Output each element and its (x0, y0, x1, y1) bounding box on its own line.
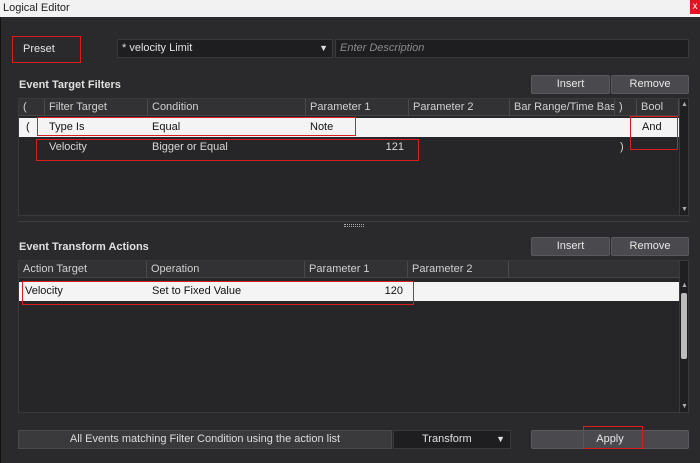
actions-insert-button[interactable]: Insert (531, 237, 610, 256)
actions-section-title: Event Transform Actions (19, 241, 149, 253)
col-action-target[interactable]: Action Target (19, 261, 147, 278)
col-operation[interactable]: Operation (147, 261, 305, 278)
col-close-paren[interactable]: ) (615, 99, 637, 116)
row-close-paren[interactable]: ) (620, 138, 624, 157)
row-parameter-1[interactable]: 120 (309, 282, 403, 301)
actions-remove-button[interactable]: Remove (611, 237, 689, 256)
filters-remove-button[interactable]: Remove (611, 75, 689, 94)
row-parameter-1[interactable]: Note (310, 118, 333, 137)
apply-button[interactable]: Apply (531, 430, 689, 449)
scroll-down-icon[interactable]: ▼ (680, 205, 689, 214)
actions-table-header: Action Target Operation Parameter 1 Para… (19, 261, 679, 278)
table-row[interactable]: Velocity Bigger or Equal 121 ) (19, 138, 679, 157)
actions-scrollbar[interactable]: ▲ ▼ (679, 261, 688, 412)
function-description: All Events matching Filter Condition usi… (18, 430, 392, 449)
col-open-paren[interactable]: ( (19, 99, 45, 116)
preset-select[interactable]: * velocity Limit ▼ (117, 39, 333, 58)
col-parameter-2[interactable]: Parameter 2 (409, 99, 510, 116)
row-condition[interactable]: Bigger or Equal (152, 138, 228, 157)
row-filter-target[interactable]: Velocity (49, 138, 87, 157)
row-parameter-1[interactable]: 121 (310, 138, 404, 157)
table-row[interactable]: ( Type Is Equal Note And (19, 118, 679, 137)
col-condition[interactable]: Condition (148, 99, 306, 116)
function-select[interactable]: Transform ▼ (393, 430, 511, 449)
splitter-handle-icon[interactable] (344, 224, 364, 227)
row-open-paren[interactable]: ( (26, 118, 30, 137)
row-condition[interactable]: Equal (152, 118, 180, 137)
row-bool[interactable]: And (642, 118, 662, 137)
filters-scrollbar[interactable]: ▲ ▼ (679, 99, 688, 215)
col-parameter-1[interactable]: Parameter 1 (305, 261, 408, 278)
col-parameter-2[interactable]: Parameter 2 (408, 261, 509, 278)
row-action-target[interactable]: Velocity (25, 282, 63, 301)
window-title: Logical Editor (3, 2, 70, 14)
scroll-down-icon[interactable]: ▼ (680, 402, 689, 411)
scroll-up-icon[interactable]: ▲ (680, 100, 689, 109)
preset-selected-value: * velocity Limit (122, 42, 193, 54)
chevron-down-icon: ▼ (496, 434, 505, 444)
section-divider (18, 221, 689, 222)
scroll-up-icon[interactable]: ▲ (680, 281, 689, 290)
col-filter-target[interactable]: Filter Target (45, 99, 148, 116)
col-bool[interactable]: Bool (637, 99, 679, 116)
filters-section-title: Event Target Filters (19, 79, 121, 91)
col-parameter-1[interactable]: Parameter 1 (306, 99, 409, 116)
col-bar-range[interactable]: Bar Range/Time Base (510, 99, 615, 116)
description-input[interactable]: Enter Description (335, 39, 689, 58)
table-row[interactable]: Velocity Set to Fixed Value 120 (19, 282, 679, 301)
function-selected-value: Transform (422, 433, 472, 445)
filters-table: ( Filter Target Condition Parameter 1 Pa… (18, 98, 689, 216)
row-filter-target[interactable]: Type Is (49, 118, 84, 137)
window-title-bar: Logical Editor x (0, 0, 700, 17)
row-operation[interactable]: Set to Fixed Value (152, 282, 241, 301)
filters-insert-button[interactable]: Insert (531, 75, 610, 94)
preset-label[interactable]: Preset (23, 43, 55, 55)
filters-table-header: ( Filter Target Condition Parameter 1 Pa… (19, 99, 679, 116)
close-icon[interactable]: x (690, 0, 700, 14)
scroll-thumb[interactable] (681, 293, 687, 359)
chevron-down-icon: ▼ (319, 43, 328, 53)
actions-table: Action Target Operation Parameter 1 Para… (18, 260, 689, 413)
